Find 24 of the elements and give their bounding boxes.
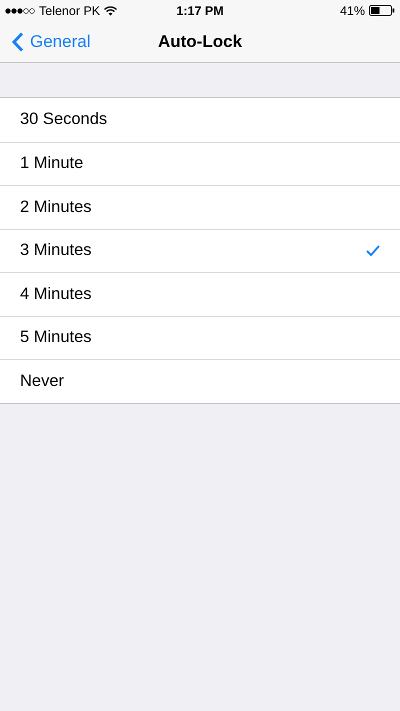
battery-percent: 41%: [340, 4, 365, 18]
status-time: 1:17 PM: [176, 4, 224, 18]
option-label: 1 Minute: [20, 154, 84, 174]
option-row[interactable]: 1 Minute: [0, 142, 400, 185]
option-label: 4 Minutes: [20, 284, 92, 304]
option-label: Never: [20, 372, 64, 391]
option-label: 2 Minutes: [20, 198, 92, 217]
option-row[interactable]: Never: [0, 359, 400, 402]
option-row[interactable]: 30 Seconds: [0, 98, 400, 142]
chevron-left-icon: [12, 32, 24, 52]
signal-icon: [5, 8, 35, 14]
option-label: 3 Minutes: [20, 241, 92, 260]
carrier-name: Telenor PK: [39, 4, 100, 18]
back-button[interactable]: General: [0, 32, 90, 52]
option-row[interactable]: 2 Minutes: [0, 185, 400, 228]
option-label: 5 Minutes: [20, 328, 92, 348]
battery-icon: [369, 5, 395, 16]
option-row[interactable]: 5 Minutes: [0, 316, 400, 359]
wifi-icon: [104, 6, 118, 16]
back-label: General: [30, 32, 90, 52]
option-row[interactable]: 4 Minutes: [0, 272, 400, 316]
nav-title: Auto-Lock: [158, 32, 242, 52]
option-label: 30 Seconds: [20, 110, 108, 130]
option-row[interactable]: 3 Minutes: [0, 228, 400, 272]
